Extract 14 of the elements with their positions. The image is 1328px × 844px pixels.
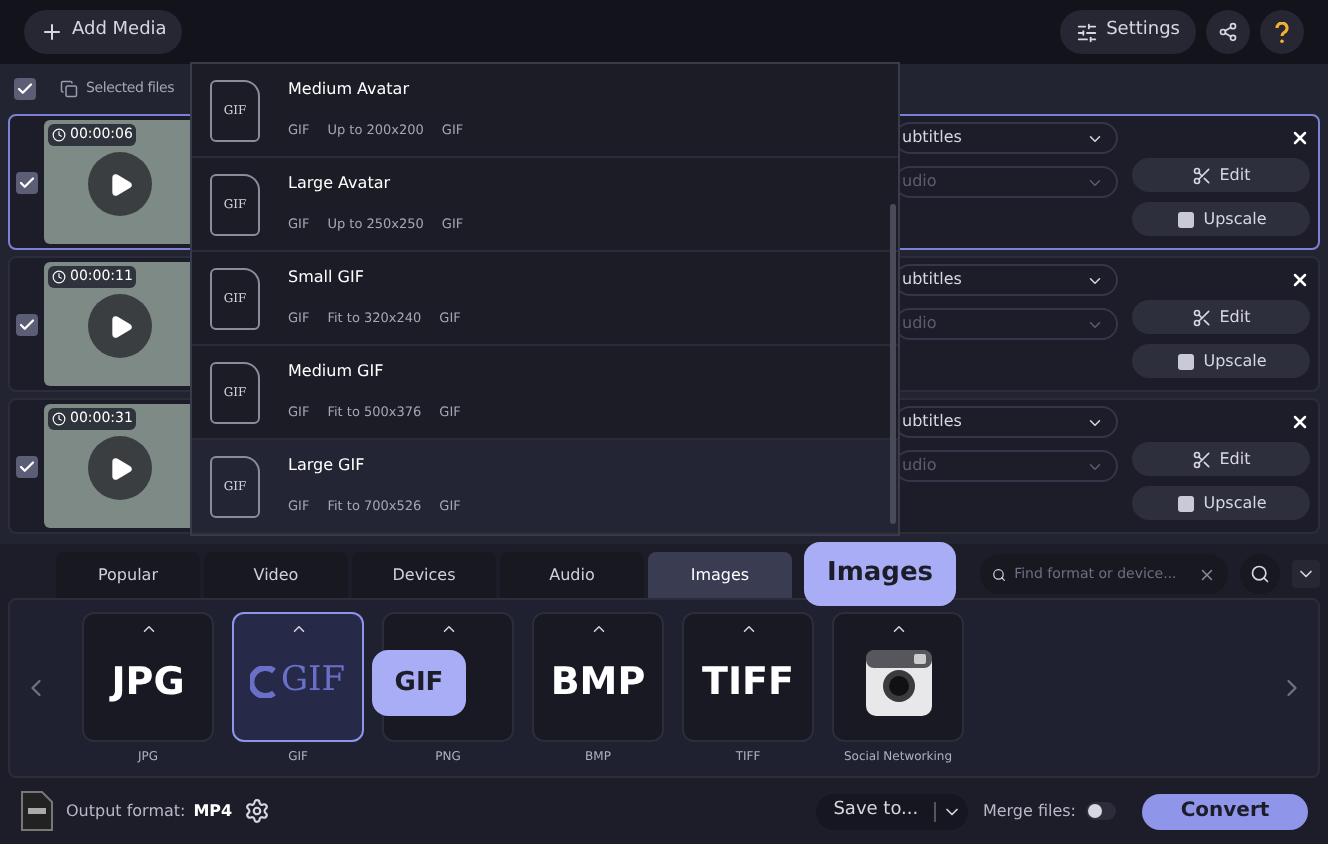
preset-name: Small GIF <box>288 266 366 291</box>
preset-name: Medium Avatar <box>288 78 411 103</box>
preset-name: Large GIF <box>288 454 367 479</box>
merge-files-label: Merge files: <box>982 799 1076 823</box>
output-format-label: Output format: <box>66 799 186 823</box>
output-format-value: MP4 <box>193 799 233 823</box>
format-logo: GIF <box>280 658 346 705</box>
images-tooltip: Images <box>804 542 956 606</box>
preset-name: Large Avatar <box>288 172 393 197</box>
format-logo: JPG <box>111 657 185 708</box>
format-logo: TIFF <box>702 657 794 708</box>
format-logo: BMP <box>550 657 646 708</box>
gif-tooltip: GIF <box>372 650 466 716</box>
preset-name: Medium GIF <box>288 360 386 385</box>
